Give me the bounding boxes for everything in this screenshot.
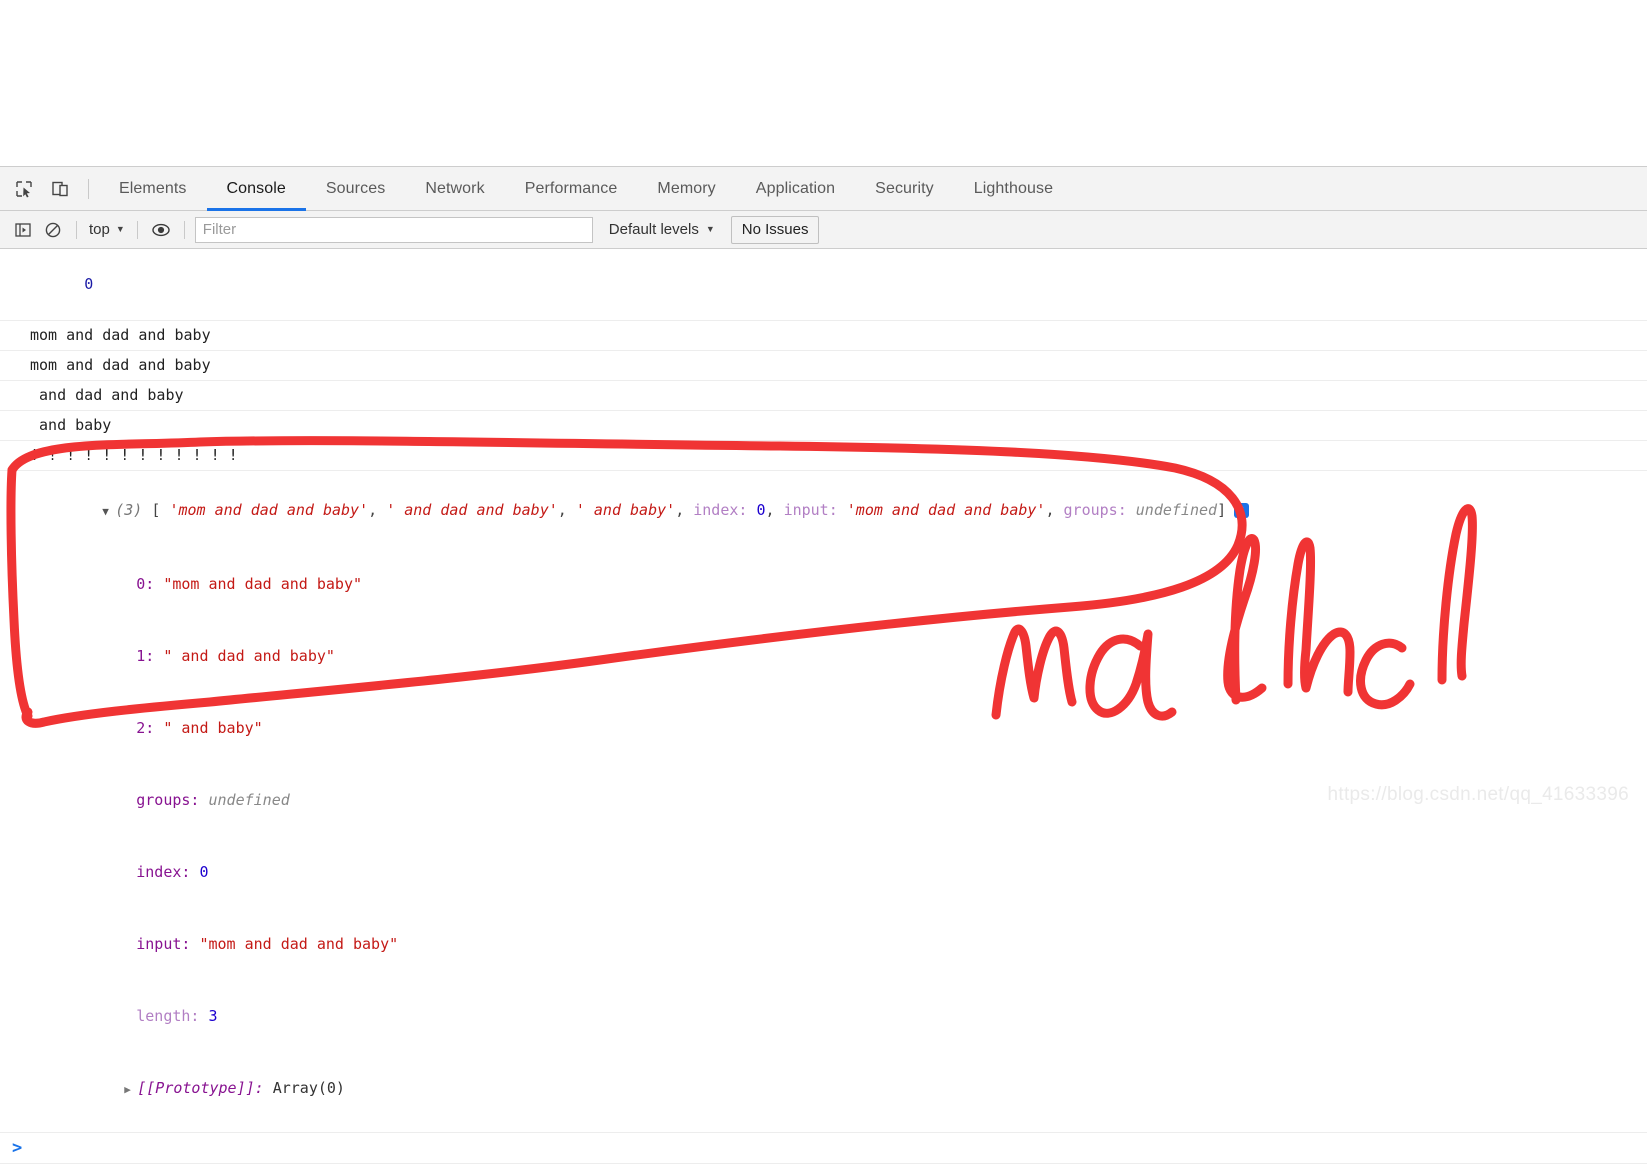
watermark: https://blog.csdn.net/qq_41633396 — [1327, 784, 1629, 805]
console-message: 0 — [0, 249, 1647, 321]
console-message: and dad and baby — [0, 381, 1647, 411]
tab-security[interactable]: Security — [855, 167, 954, 211]
chevron-down-icon: ▼ — [115, 224, 125, 234]
preview-item-0: 'mom and dad and baby' — [169, 501, 369, 519]
tab-sources[interactable]: Sources — [306, 167, 405, 211]
execution-context-value: top — [89, 221, 110, 238]
toolbar-divider — [88, 178, 89, 199]
tab-application[interactable]: Application — [736, 167, 855, 211]
execution-context-selector[interactable]: top ▼ — [85, 219, 129, 240]
preview-comma: , — [557, 501, 576, 519]
no-issues-button[interactable]: No Issues — [730, 215, 820, 244]
log-levels-selector[interactable]: Default levels ▼ — [605, 219, 719, 240]
console-message: mom and dad and baby — [0, 351, 1647, 381]
console-output: 0 mom and dad and baby mom and dad and b… — [0, 249, 1647, 1164]
console-prompt-input[interactable] — [22, 1132, 1647, 1164]
toolbar-divider — [76, 220, 77, 239]
console-message: and baby — [0, 411, 1647, 441]
preview-groups-key: groups: — [1063, 501, 1127, 519]
live-expression-icon[interactable] — [146, 217, 176, 243]
console-message: ! ! ! ! ! ! ! ! ! ! ! ! — [0, 441, 1647, 471]
array-length-label: (3) — [115, 501, 143, 519]
preview-input-key: input: — [783, 501, 838, 519]
property-value: undefined — [208, 791, 290, 809]
info-icon[interactable]: i — [1234, 503, 1250, 518]
property-key: length: — [136, 1007, 200, 1025]
array-property-row: 2: " and baby" — [0, 692, 1647, 764]
array-property-row: input: "mom and dad and baby" — [0, 908, 1647, 980]
array-property-row: length: 3 — [0, 980, 1647, 1052]
prototype-row: ▶ [[Prototype]]: Array(0) — [0, 1052, 1647, 1126]
tab-network[interactable]: Network — [405, 167, 504, 211]
chevron-down-icon: ▼ — [705, 224, 715, 234]
preview-comma: , — [368, 501, 387, 519]
page-viewport — [0, 0, 1647, 166]
tab-memory[interactable]: Memory — [637, 167, 735, 211]
tab-lighthouse[interactable]: Lighthouse — [954, 167, 1073, 211]
devtools-panel: Elements Console Sources Network Perform… — [0, 166, 1647, 1164]
console-message-text: 0 — [84, 275, 94, 293]
property-key: 2: — [136, 719, 155, 737]
device-toolbar-icon[interactable] — [42, 172, 78, 206]
prototype-value: Array(0) — [272, 1079, 345, 1097]
property-key: index: — [136, 863, 191, 881]
property-key: input: — [136, 935, 191, 953]
prototype-key: [[Prototype]]: — [137, 1079, 264, 1097]
expand-arrow-icon[interactable]: ▶ — [124, 1078, 137, 1102]
preview-index-key: index: — [693, 501, 748, 519]
array-preview-line: ▼ (3) [ 'mom and dad and baby', ' and dad… — [0, 474, 1647, 548]
expand-arrow-icon[interactable]: ▼ — [102, 500, 115, 524]
console-toolbar: top ▼ Default levels ▼ No Issues — [0, 211, 1647, 249]
devtools-tabbar: Elements Console Sources Network Perform… — [0, 167, 1647, 211]
tab-console[interactable]: Console — [206, 167, 307, 211]
property-key: 1: — [136, 647, 155, 665]
property-value: " and baby" — [163, 719, 263, 737]
devtools-tab-list: Elements Console Sources Network Perform… — [99, 167, 1073, 211]
tab-elements[interactable]: Elements — [99, 167, 207, 211]
tab-performance[interactable]: Performance — [505, 167, 638, 211]
toolbar-divider — [183, 220, 185, 239]
preview-index-value: 0 — [756, 501, 766, 519]
inspect-element-icon[interactable] — [6, 172, 42, 206]
property-value: " and dad and baby" — [163, 647, 335, 665]
preview-item-1: ' and dad and baby' — [386, 501, 558, 519]
preview-comma: , — [675, 501, 694, 519]
console-filter-input[interactable] — [194, 216, 593, 243]
toolbar-divider — [136, 220, 138, 239]
log-levels-value: Default levels — [608, 221, 699, 238]
preview-comma: , — [1045, 501, 1064, 519]
preview-comma: , — [765, 501, 784, 519]
console-sidebar-toggle-icon[interactable] — [8, 217, 38, 243]
array-property-row: 0: "mom and dad and baby" — [0, 548, 1647, 620]
console-prompt-row[interactable]: > — [0, 1132, 1647, 1164]
property-value: 3 — [208, 1007, 218, 1025]
property-value: "mom and dad and baby" — [199, 935, 399, 953]
preview-item-2: ' and baby' — [575, 501, 676, 519]
preview-groups-value: undefined — [1135, 501, 1218, 519]
property-key: 0: — [136, 575, 155, 593]
property-value: 0 — [199, 863, 209, 881]
property-key: groups: — [136, 791, 200, 809]
array-property-row: 1: " and dad and baby" — [0, 620, 1647, 692]
console-message: mom and dad and baby — [0, 321, 1647, 351]
property-value: "mom and dad and baby" — [163, 575, 363, 593]
preview-input-value: 'mom and dad and baby' — [846, 501, 1046, 519]
open-bracket: [ — [142, 501, 170, 519]
clear-console-icon[interactable] — [38, 217, 68, 243]
prompt-chevron-icon: > — [12, 1138, 23, 1158]
array-property-row: index: 0 — [0, 836, 1647, 908]
close-bracket: ] — [1217, 501, 1227, 519]
